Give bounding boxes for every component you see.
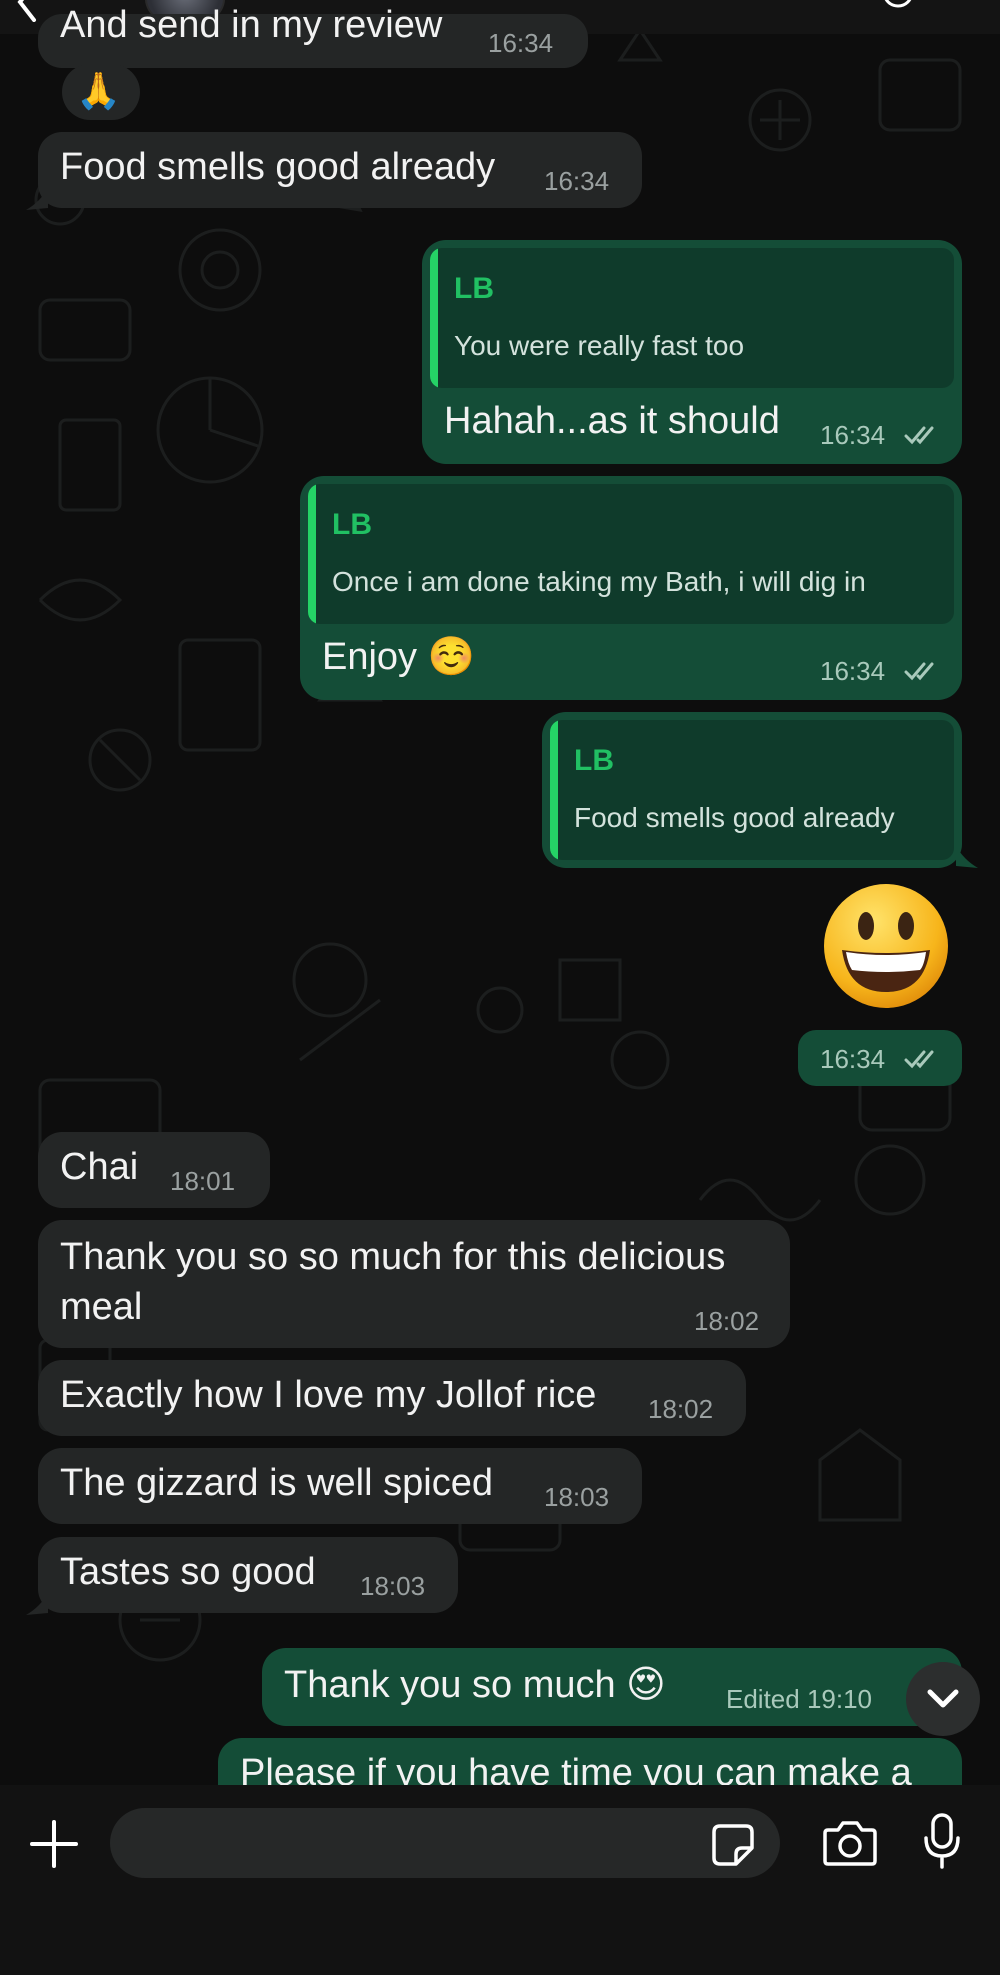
message-time: 16:34: [820, 420, 886, 450]
plus-icon[interactable]: [28, 1818, 80, 1870]
message-time: 18:02: [694, 1306, 760, 1336]
incoming-message[interactable]: Exactly how I love my Jollof rice 18:02: [38, 1360, 746, 1436]
bubble-tail: [26, 188, 48, 210]
call-icon[interactable]: [880, 0, 916, 14]
incoming-message[interactable]: Food smells good already 16:34: [38, 132, 642, 208]
incoming-emoji-message[interactable]: 🙏: [62, 64, 140, 120]
message-text: And send in my review: [60, 4, 443, 46]
quoted-message[interactable]: LB Once i am done taking my Bath, i will…: [308, 484, 954, 624]
camera-icon[interactable]: [822, 1818, 878, 1868]
message-text: Thank you so much 😍: [284, 1664, 666, 1706]
bubble-tail: [26, 1593, 48, 1615]
outgoing-message[interactable]: Thank you so much 😍 Edited 19:10: [262, 1648, 962, 1726]
scroll-to-bottom-button[interactable]: [906, 1662, 980, 1736]
message-text-line-1: Thank you so so much for this delicious: [60, 1236, 726, 1278]
message-time: 16:34: [488, 28, 554, 58]
message-text: Tastes so good: [60, 1551, 316, 1593]
incoming-message[interactable]: The gizzard is well spiced 18:03: [38, 1448, 642, 1524]
message-time: 16:34: [544, 166, 610, 196]
quote-author: LB: [574, 744, 614, 777]
message-time: 18:03: [360, 1571, 426, 1601]
message-time: Edited 19:10: [726, 1684, 873, 1714]
chevron-down-icon: [927, 1689, 959, 1708]
incoming-message[interactable]: Tastes so good 18:03: [38, 1537, 458, 1613]
emoji-timestamp-pill: 16:34: [798, 1030, 962, 1086]
message-time: 16:34: [820, 1044, 886, 1074]
incoming-message[interactable]: Thank you so so much for this delicious …: [38, 1220, 790, 1348]
quote-accent-bar: [430, 248, 438, 388]
message-text: Hahah...as it should: [444, 400, 780, 442]
quote-text: Food smells good already: [574, 802, 895, 833]
message-text: Chai: [60, 1146, 139, 1188]
message-input[interactable]: [110, 1808, 780, 1878]
message-time: 16:34: [820, 656, 886, 686]
quote-accent-bar: [550, 720, 558, 860]
double-check-icon: [904, 1050, 934, 1069]
message-text: Exactly how I love my Jollof rice: [60, 1374, 597, 1416]
quote-text: You were really fast too: [454, 330, 745, 361]
quoted-message[interactable]: LB You were really fast too: [430, 248, 954, 388]
message-text-line-2: meal: [60, 1286, 143, 1328]
emoji: 🙏: [76, 70, 121, 111]
quote-text: Once i am done taking my Bath, i will di…: [332, 566, 866, 597]
quoted-message[interactable]: LB Food smells good already: [550, 720, 954, 860]
message-text: The gizzard is well spiced: [60, 1462, 493, 1504]
message-time: 18:03: [544, 1482, 610, 1512]
incoming-message[interactable]: And send in my review 16:34: [38, 4, 588, 68]
bubble-tail: [956, 846, 978, 868]
outgoing-reply-message[interactable]: LB Food smells good already: [542, 712, 962, 868]
incoming-message[interactable]: Chai 18:01: [38, 1132, 270, 1208]
outgoing-reply-message[interactable]: LB Once i am done taking my Bath, i will…: [300, 476, 962, 700]
message-text: Enjoy ☺️: [322, 636, 475, 678]
quote-author: LB: [454, 272, 494, 305]
outgoing-reply-message[interactable]: LB You were really fast too Hahah...as i…: [422, 240, 962, 464]
smiley-emoji[interactable]: [820, 880, 952, 1012]
message-time: 18:01: [170, 1166, 236, 1196]
message-time: 18:02: [648, 1394, 714, 1424]
double-check-icon: [904, 426, 934, 445]
quote-author: LB: [332, 508, 372, 541]
back-arrow-icon[interactable]: [14, 0, 40, 22]
sticker-icon[interactable]: [710, 1822, 756, 1868]
double-check-icon: [904, 662, 934, 681]
quote-accent-bar: [308, 484, 316, 624]
microphone-icon[interactable]: [922, 1812, 962, 1870]
message-text: Food smells good already: [60, 146, 496, 188]
